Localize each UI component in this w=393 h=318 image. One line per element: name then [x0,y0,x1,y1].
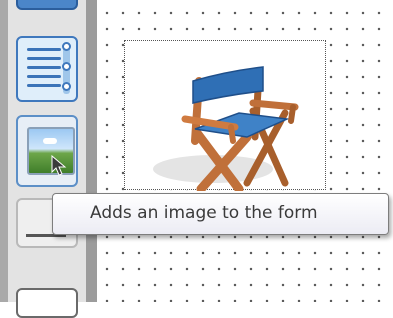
toolbox-panel [0,0,97,318]
list-box-tool-button[interactable] [16,36,78,102]
toolbox-edge [86,0,97,302]
image-tool-button[interactable] [16,115,78,187]
mouse-cursor-icon [51,155,67,176]
tooltip-text: Adds an image to the form [90,203,318,223]
image-control[interactable] [124,40,326,191]
directors-chair-icon [153,66,299,191]
tooltip: Adds an image to the form [52,193,389,235]
toolbox-tool-partial[interactable] [16,288,78,318]
toolbox-edge [0,0,8,302]
toolbox-tool-partial[interactable] [16,0,78,10]
